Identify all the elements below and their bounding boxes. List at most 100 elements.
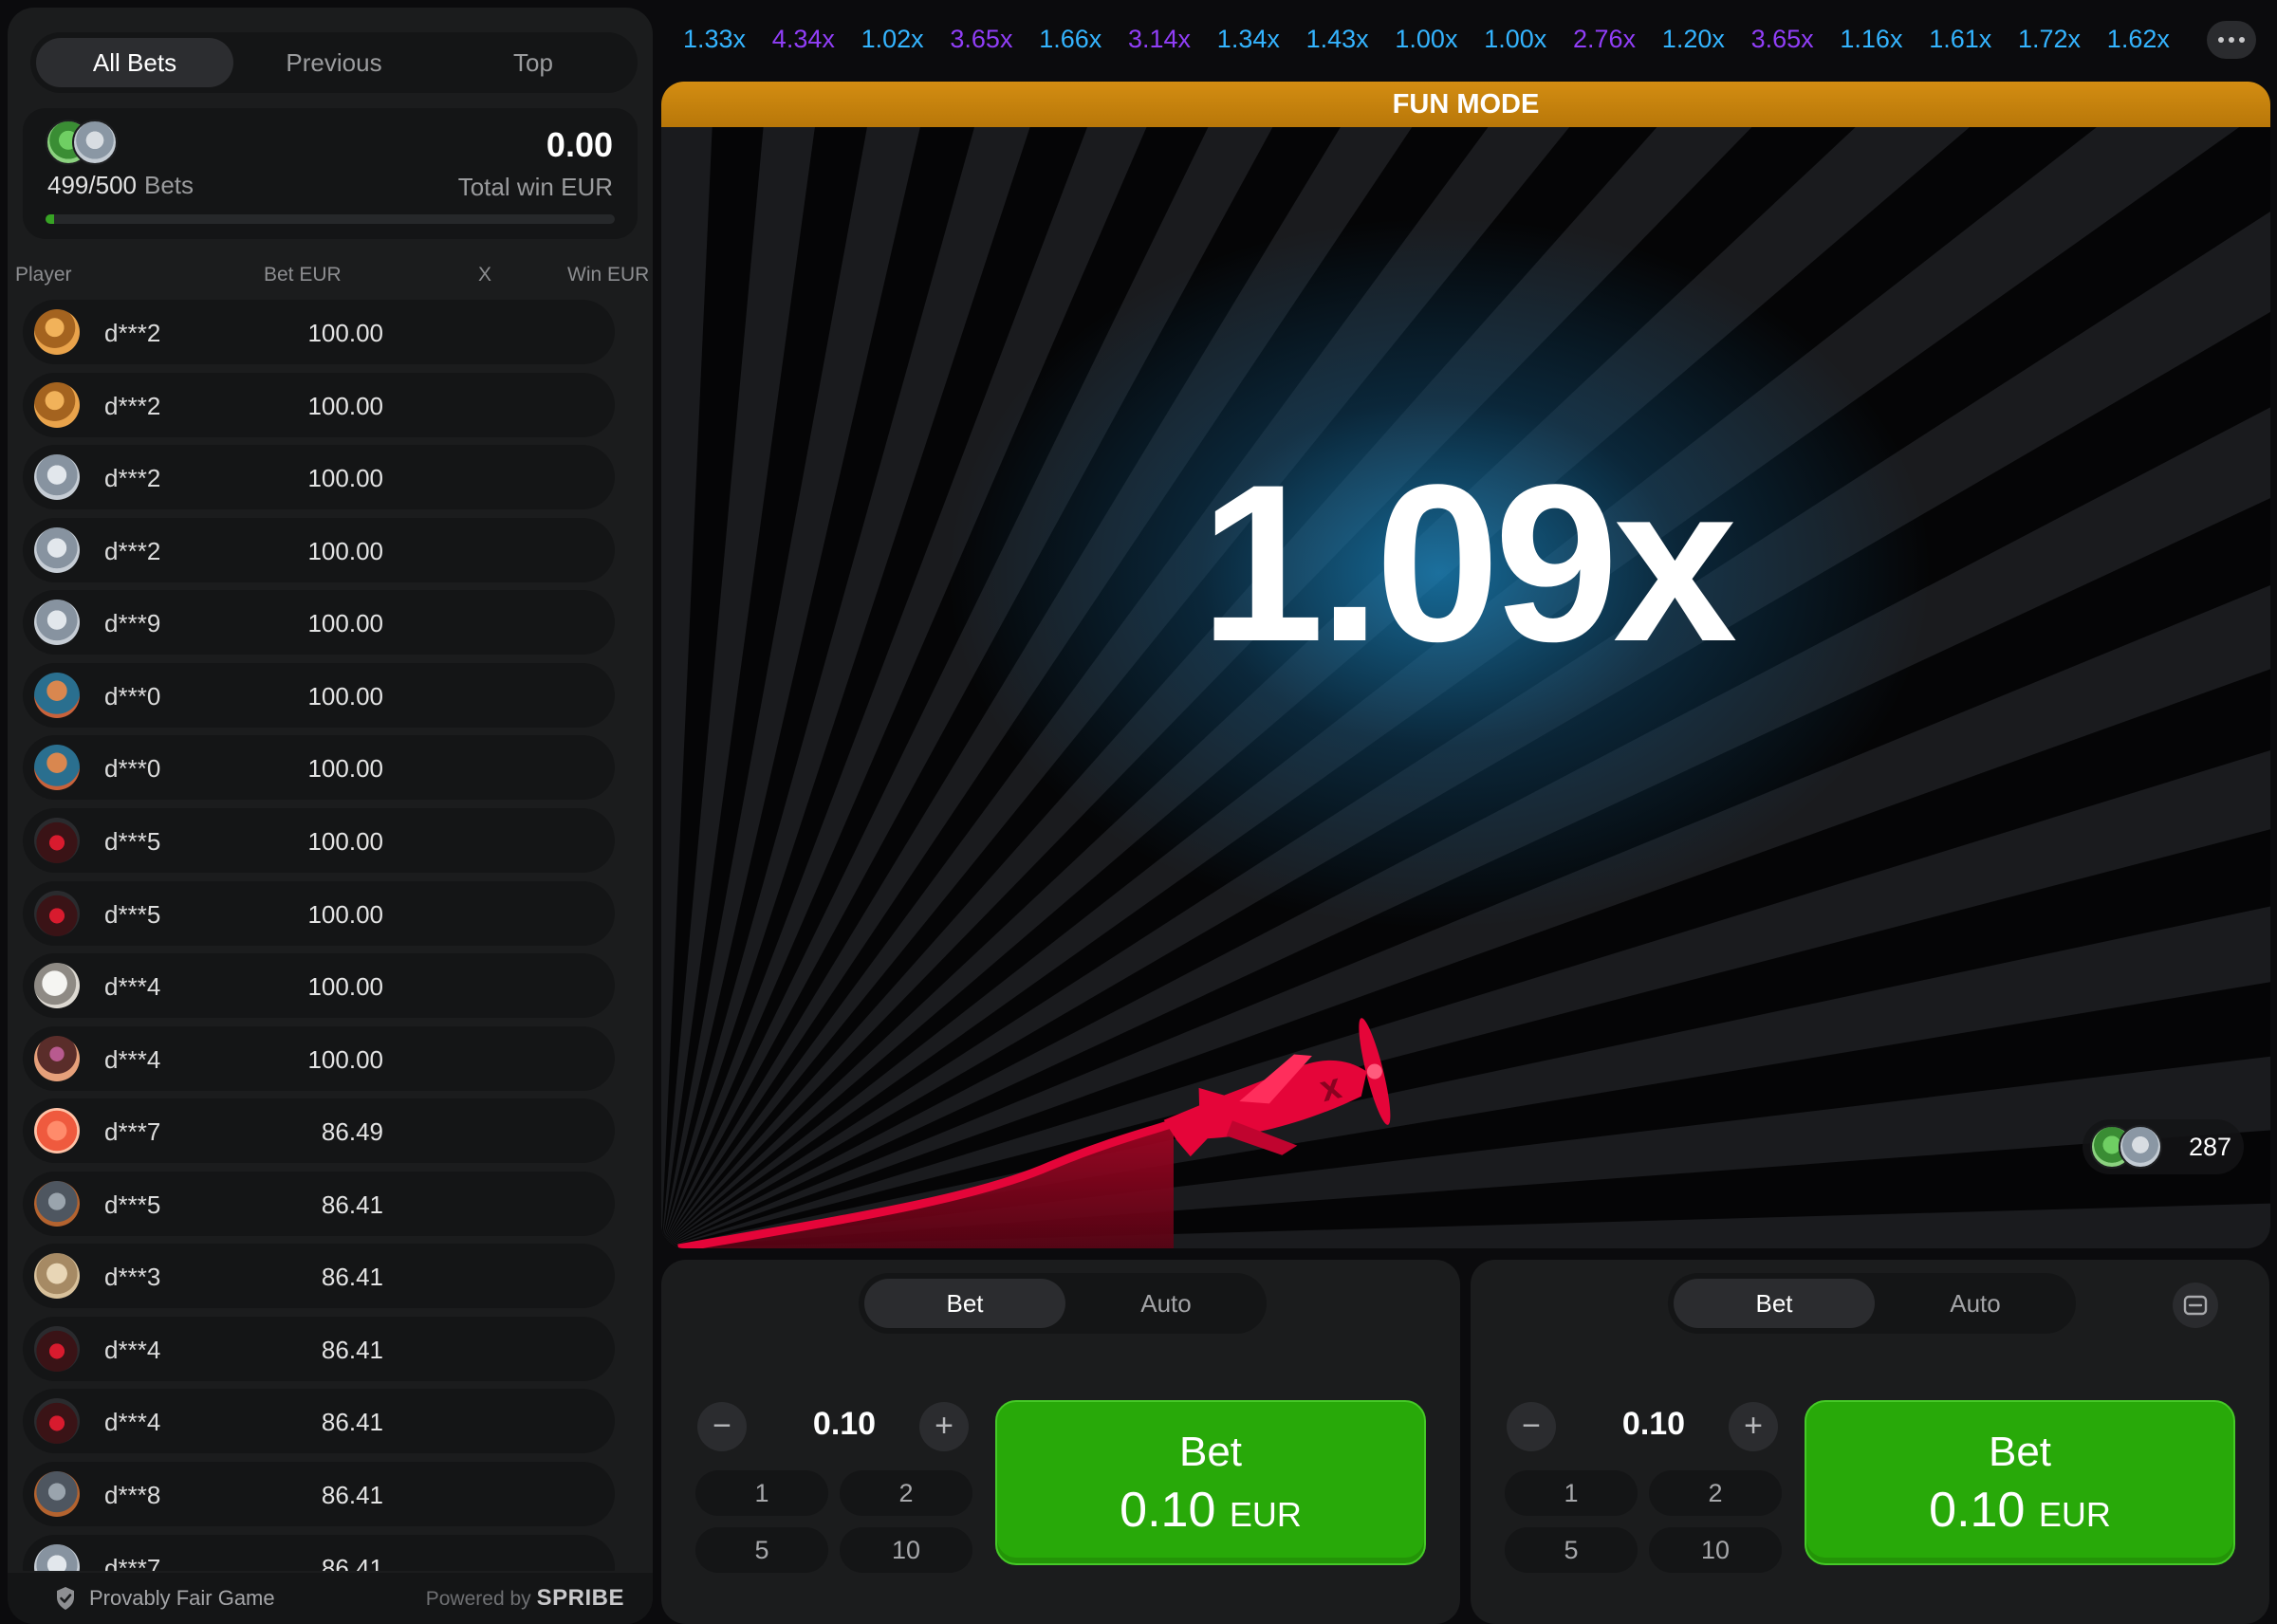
bets-count-label: Bets: [143, 171, 194, 199]
bet-amount: 100.00: [307, 464, 383, 493]
tab-auto[interactable]: Auto: [1065, 1279, 1267, 1328]
table-row: d***4 100.00: [23, 953, 615, 1019]
shield-check-icon: [57, 1587, 74, 1610]
player-name: d***2: [104, 536, 161, 565]
dot-icon: [2218, 37, 2224, 43]
table-row: d***5 86.41: [23, 1171, 615, 1236]
tiger-avatar-icon: [34, 381, 80, 428]
provably-fair-link[interactable]: Provably Fair Game: [89, 1586, 275, 1611]
decrease-stake-button[interactable]: −: [1507, 1402, 1556, 1451]
dot-icon: [2239, 37, 2245, 43]
bet-button-amount: 0.10 EUR: [1806, 1482, 2233, 1539]
increase-stake-button[interactable]: +: [919, 1402, 969, 1451]
fun-mode-banner: FUN MODE: [661, 82, 2270, 127]
stake-input[interactable]: 0.10: [764, 1406, 925, 1443]
plus-icon: +: [935, 1408, 953, 1444]
silver-coin-avatar-icon: [34, 600, 80, 646]
minus-square-icon: [2183, 1295, 2208, 1316]
player-name: d***4: [104, 1335, 161, 1364]
table-row: d***2 100.00: [23, 300, 615, 364]
minus-icon: −: [713, 1408, 731, 1444]
bet-button-label: Bet: [1988, 1429, 2052, 1475]
online-players-badge[interactable]: 287: [2083, 1119, 2244, 1174]
history-multiplier[interactable]: 1.66x: [1039, 25, 1101, 54]
place-bet-button[interactable]: Bet 0.10 EUR: [995, 1400, 1426, 1565]
stake-stepper: − 0.10 +: [697, 1393, 991, 1461]
bet-button-label: Bet: [1178, 1429, 1243, 1475]
header-player: Player: [15, 264, 72, 286]
increase-stake-button[interactable]: +: [1729, 1402, 1778, 1451]
history-multiplier[interactable]: 2.76x: [1573, 25, 1636, 54]
history-multiplier[interactable]: 4.34x: [772, 25, 835, 54]
tab-auto[interactable]: Auto: [1875, 1279, 2076, 1328]
table-row: d***0 100.00: [23, 735, 615, 801]
history-multiplier[interactable]: 1.20x: [1662, 25, 1725, 54]
quick-amount-button[interactable]: 5: [695, 1527, 828, 1573]
history-multiplier[interactable]: 1.16x: [1840, 25, 1902, 54]
table-row: d***4 86.41: [23, 1389, 615, 1454]
player-name: d***4: [104, 1408, 161, 1437]
lion-avatar-icon: [34, 1253, 80, 1300]
header-bet: Bet EUR: [264, 264, 342, 286]
tiger-avatar-icon: [34, 309, 80, 355]
eagle-avatar-icon: [34, 963, 80, 1009]
bet-amount: 100.00: [307, 972, 383, 1002]
history-multiplier[interactable]: 1.33x: [683, 25, 746, 54]
tab-all-bets[interactable]: All Bets: [36, 38, 233, 87]
player-name: d***2: [104, 464, 161, 493]
bets-list[interactable]: d***2 100.00 d***2 100.00 d***2 100.00 d***2 10…: [23, 300, 615, 1571]
bet-button-currency: EUR: [2038, 1495, 2111, 1534]
header-multiplier: X: [478, 264, 492, 286]
robot-avatar-icon: [34, 1180, 80, 1227]
tab-bet[interactable]: Bet: [1674, 1279, 1875, 1328]
stake-stepper: − 0.10 +: [1507, 1393, 1801, 1461]
quick-amount-button[interactable]: 2: [840, 1470, 972, 1516]
player-name: d***8: [104, 1481, 161, 1510]
decrease-stake-button[interactable]: −: [697, 1402, 747, 1451]
history-multiplier[interactable]: 3.14x: [1128, 25, 1191, 54]
robot-avatar-icon: [34, 1471, 80, 1518]
bet-amount: 100.00: [307, 536, 383, 565]
remove-panel-button[interactable]: [2173, 1283, 2218, 1328]
history-multiplier[interactable]: 3.65x: [950, 25, 1012, 54]
tab-top[interactable]: Top: [435, 38, 632, 87]
quick-amount-button[interactable]: 10: [1649, 1527, 1782, 1573]
bets-progress-bar: [46, 214, 615, 224]
history-multiplier[interactable]: 1.62x: [2107, 25, 2170, 54]
player-name: d***2: [104, 391, 161, 420]
history-multiplier[interactable]: 1.72x: [2018, 25, 2081, 54]
quick-amount-button[interactable]: 1: [1505, 1470, 1638, 1516]
table-row: d***9 100.00: [23, 590, 615, 655]
player-name: d***5: [104, 1190, 161, 1219]
history-multiplier[interactable]: 1.00x: [1484, 25, 1546, 54]
history-multiplier[interactable]: 1.00x: [1395, 25, 1457, 54]
player-name: d***0: [104, 754, 161, 784]
quick-amount-button[interactable]: 2: [1649, 1470, 1782, 1516]
quick-amount-button[interactable]: 5: [1505, 1527, 1638, 1573]
place-bet-button[interactable]: Bet 0.10 EUR: [1805, 1400, 2235, 1565]
grapefruit-avatar-icon: [34, 1108, 80, 1154]
bet-amount: 86.41: [321, 1263, 383, 1292]
history-multiplier[interactable]: 1.34x: [1217, 25, 1280, 54]
history-multiplier[interactable]: 1.02x: [861, 25, 924, 54]
bet-panel-1: Bet Auto − 0.10 + 1 2 5 10 Bet 0.10 EUR: [661, 1260, 1460, 1624]
tab-previous[interactable]: Previous: [235, 38, 433, 87]
red-car-avatar-icon: [34, 817, 80, 863]
silver-coin-avatar-icon: [34, 1543, 80, 1571]
online-players-count: 287: [2189, 1133, 2232, 1161]
total-win-label: Total win EUR: [457, 173, 613, 201]
player-name: d***4: [104, 1044, 161, 1074]
bet-amount: 100.00: [307, 609, 383, 638]
history-multiplier[interactable]: 1.43x: [1306, 25, 1369, 54]
quick-amount-button[interactable]: 1: [695, 1470, 828, 1516]
bets-tabs: All Bets Previous Top: [30, 32, 638, 93]
stake-input[interactable]: 0.10: [1573, 1406, 1734, 1443]
tab-bet[interactable]: Bet: [864, 1279, 1065, 1328]
airplane-icon: X: [1163, 1018, 1391, 1157]
history-multiplier[interactable]: 1.61x: [1929, 25, 1991, 54]
history-multiplier[interactable]: 3.65x: [1751, 25, 1814, 54]
quick-amount-button[interactable]: 10: [840, 1527, 972, 1573]
table-row: d***7 86.49: [23, 1098, 615, 1164]
more-history-button[interactable]: [2207, 21, 2256, 59]
table-row: d***5 100.00: [23, 880, 615, 946]
